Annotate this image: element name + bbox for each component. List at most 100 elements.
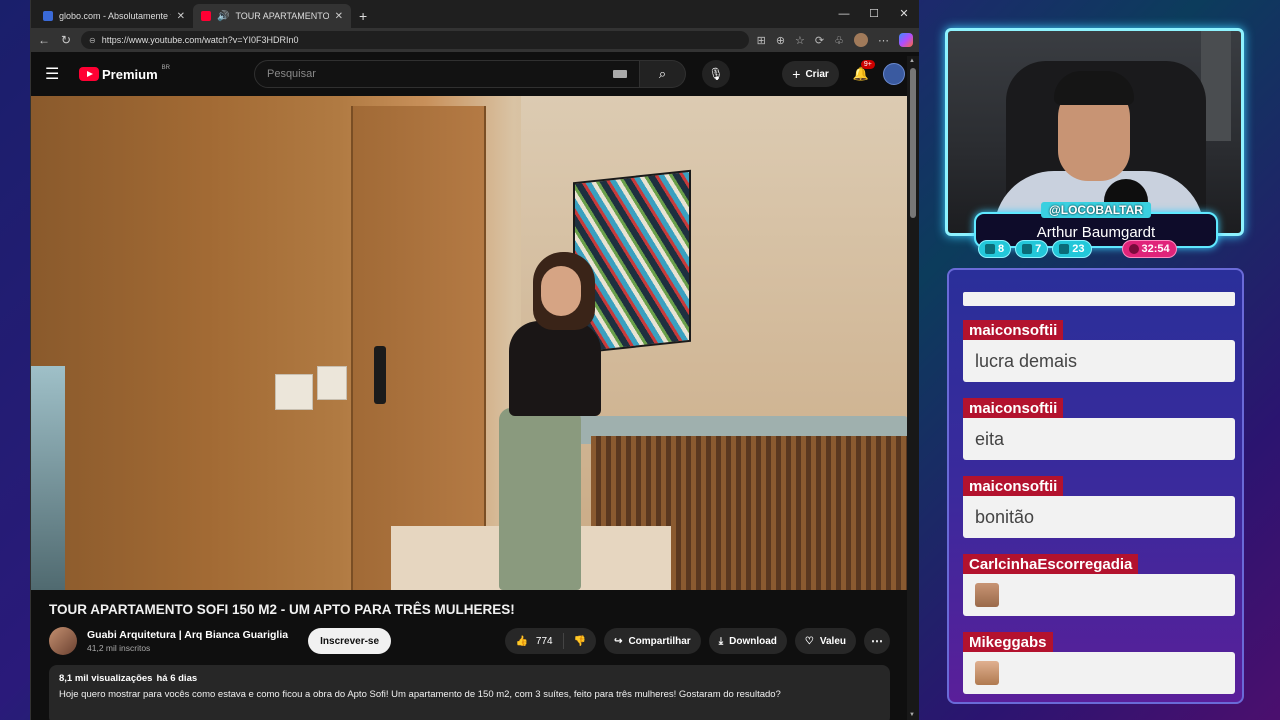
close-tab-icon[interactable]: ✕ <box>335 11 343 22</box>
new-tab-button[interactable]: + <box>351 4 375 28</box>
video-scene-person <box>509 321 601 416</box>
app-available-icon[interactable]: ⊞ <box>757 34 766 47</box>
header-actions: + Criar 🔔 9+ <box>782 60 905 87</box>
chat-text: lucra demais <box>963 340 1235 382</box>
laughing-face-emote <box>975 661 999 685</box>
channel-name[interactable]: Guabi Arquitetura | Arq Bianca Guariglia <box>87 629 288 641</box>
site-info-icon[interactable]: ⊖ <box>89 36 96 45</box>
chat-message: CarlcinhaEscorregadia <box>963 554 1235 616</box>
search-area: Pesquisar ⌕ 🎙 <box>253 60 730 88</box>
thumbs-up-icon: 👍 <box>515 635 528 647</box>
view-count: 8,1 mil visualizações <box>59 673 153 684</box>
zoom-icon[interactable]: ⊕ <box>776 34 785 47</box>
chat-text: eita <box>963 418 1235 460</box>
chat-username: CarlcinhaEscorregadia <box>963 554 1139 574</box>
search-placeholder: Pesquisar <box>266 68 316 80</box>
scroll-up-icon[interactable]: ▲ <box>909 58 915 64</box>
search-button[interactable]: ⌕ <box>639 60 686 88</box>
favorite-star-icon[interactable]: ☆ <box>795 34 805 47</box>
youtube-favicon-icon <box>201 11 211 21</box>
share-button[interactable]: ↪ Compartilhar <box>604 628 701 654</box>
kick-viewers: 23 <box>1052 240 1092 258</box>
thumbs-down-icon: 👎 <box>573 635 587 647</box>
subscribe-button[interactable]: Inscrever-se <box>308 628 392 654</box>
video-scene-switch <box>275 374 313 410</box>
chat-username: maiconsoftii <box>963 320 1064 340</box>
maximize-button[interactable]: ☐ <box>859 0 889 28</box>
video-scene-shelf <box>31 366 65 590</box>
more-actions-button[interactable]: ⋯ <box>864 628 890 654</box>
close-window-button[interactable]: ✕ <box>889 0 919 28</box>
download-label: Download <box>729 635 777 647</box>
viewer-stats: 8 7 23 32:54 <box>978 240 1177 258</box>
stat-value: 23 <box>1072 243 1085 255</box>
video-scene-painting <box>573 169 691 355</box>
browser-window: globo.com - Absolutamente tudo ✕ 🔊 TOUR … <box>30 0 919 720</box>
url-field[interactable]: ⊖ https://www.youtube.com/watch?v=YI0F3H… <box>81 31 749 49</box>
channel-avatar[interactable] <box>49 627 77 655</box>
address-icons: ⊞ ⊕ ☆ ⟳ ♧ ⋯ <box>757 33 913 47</box>
speaker-icon[interactable]: 🔊 <box>217 11 229 22</box>
plus-icon: + <box>792 66 801 82</box>
close-tab-icon[interactable]: ✕ <box>177 11 185 22</box>
split-screen-icon[interactable]: ♧ <box>834 34 844 47</box>
download-button[interactable]: ⤓ Download <box>708 628 787 654</box>
download-icon: ⤓ <box>718 635 724 647</box>
chat-message: maiconsoftii bonitão <box>963 476 1235 538</box>
back-icon[interactable]: ← <box>37 33 51 47</box>
copilot-icon[interactable] <box>899 33 913 47</box>
like-button[interactable]: 👍 774 <box>505 633 564 649</box>
subscriber-count: 41,2 mil inscritos <box>87 643 151 653</box>
description-text: Hoje quero mostrar para vocês como estav… <box>59 689 781 700</box>
chat-emote-body <box>963 574 1235 616</box>
tab-title: globo.com - Absolutamente tudo <box>59 11 171 21</box>
kick-icon <box>1059 244 1070 254</box>
description-box[interactable]: 8,1 mil visualizações há 6 dias Hoje que… <box>49 665 890 720</box>
notification-badge: 9+ <box>860 60 875 69</box>
video-actions: 👍 774 👎 ↪ Compartilhar ⤓ Download ♡ Vale… <box>505 628 890 654</box>
keyboard-icon[interactable] <box>612 70 627 78</box>
chat-emote-body <box>963 652 1235 694</box>
globo-favicon-icon <box>43 11 53 21</box>
upload-age: há 6 dias <box>156 673 198 684</box>
menu-icon[interactable]: ☰ <box>45 64 65 84</box>
like-count: 774 <box>535 635 553 647</box>
twitch-viewers: 8 <box>978 240 1012 258</box>
video-scene-person <box>499 408 581 590</box>
reload-icon[interactable]: ↻ <box>59 33 73 47</box>
stat-value: 7 <box>1035 243 1042 255</box>
tab-youtube[interactable]: 🔊 TOUR APARTAMENTO SOFI 1 ✕ <box>193 4 351 28</box>
video-scene-switch <box>317 366 347 400</box>
voice-search-button[interactable]: 🎙 <box>701 60 730 88</box>
youtube-logo[interactable]: Premium BR <box>79 65 170 82</box>
webcam-scene-streamer <box>1054 71 1134 105</box>
video-player[interactable] <box>31 96 908 590</box>
video-title: TOUR APARTAMENTO SOFI 150 M2 - UM APTO P… <box>49 602 515 617</box>
more-menu-icon[interactable]: ⋯ <box>878 34 889 47</box>
video-meta: 8,1 mil visualizações há 6 dias <box>59 673 880 684</box>
extensions-icon[interactable]: ⟳ <box>815 34 824 47</box>
video-scene-door <box>351 106 486 590</box>
chat-message: Mikeggabs <box>963 632 1235 694</box>
minimize-button[interactable]: — <box>829 0 859 28</box>
channel-info: Guabi Arquitetura | Arq Bianca Guariglia… <box>87 629 288 653</box>
channel-row: Guabi Arquitetura | Arq Bianca Guariglia… <box>49 627 890 655</box>
tab-globo[interactable]: globo.com - Absolutamente tudo ✕ <box>35 4 193 28</box>
scroll-down-icon[interactable]: ▼ <box>909 712 915 718</box>
page-scrollbar[interactable]: ▲ ▼ <box>907 56 919 720</box>
chat-message: maiconsoftii lucra demais <box>963 320 1235 382</box>
logo-text: Premium <box>102 66 158 82</box>
profile-avatar-icon[interactable] <box>854 33 868 47</box>
dislike-button[interactable]: 👎 <box>564 636 596 647</box>
thanks-button[interactable]: ♡ Valeu <box>794 628 856 654</box>
create-button[interactable]: + Criar <box>782 61 839 87</box>
notifications-button[interactable]: 🔔 9+ <box>853 60 875 82</box>
account-avatar[interactable] <box>883 63 905 85</box>
search-input[interactable]: Pesquisar <box>253 60 640 88</box>
youtube-viewers: 7 <box>1015 240 1049 258</box>
like-dislike-group: 👍 774 👎 <box>505 628 597 654</box>
video-details: TOUR APARTAMENTO SOFI 150 M2 - UM APTO P… <box>31 590 908 720</box>
country-code: BR <box>161 65 170 71</box>
scrollbar-thumb[interactable] <box>910 68 916 218</box>
stat-value: 8 <box>998 243 1005 255</box>
